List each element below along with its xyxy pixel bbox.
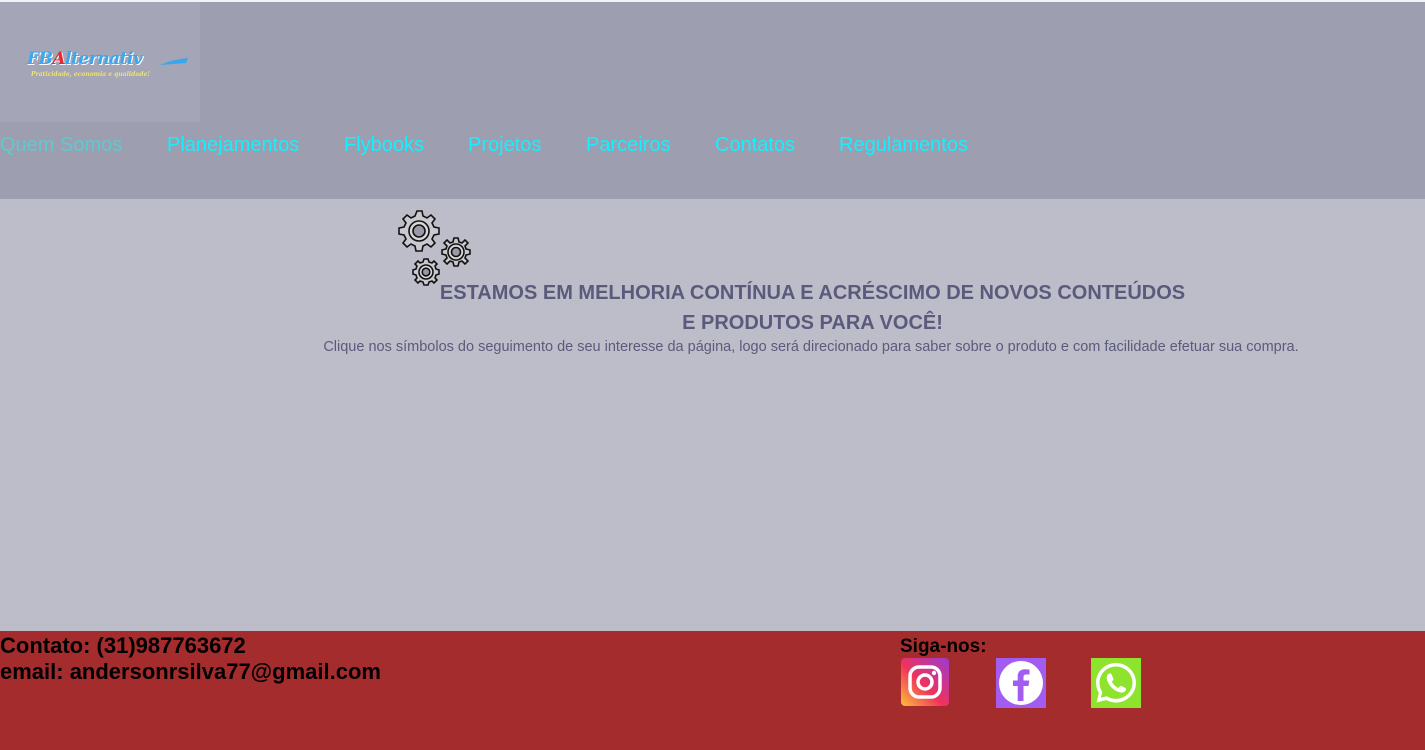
logo-swoosh-icon xyxy=(160,58,188,65)
nav-item-contatos[interactable]: Contatos xyxy=(715,134,795,157)
logo-tagline: Praticidade, economia e qualidade! xyxy=(31,71,150,78)
site-header: FBAlternativ Praticidade, economia e qua… xyxy=(0,2,1425,199)
follow-us-label: Siga-nos: xyxy=(900,636,987,657)
contact-phone: Contato: (31)987763672 xyxy=(0,633,246,658)
instagram-icon[interactable] xyxy=(901,658,949,711)
nav-item-parceiros[interactable]: Parceiros xyxy=(586,134,670,157)
nav-item-quem-somos[interactable]: Quem Somos xyxy=(0,134,122,157)
nav-item-planejamentos[interactable]: Planejamentos xyxy=(167,134,299,157)
site-footer: Contato: (31)987763672 email: andersonrs… xyxy=(0,631,1425,750)
nav-item-flybooks[interactable]: Flybooks xyxy=(344,134,424,157)
site-logo[interactable]: FBAlternativ Praticidade, economia e qua… xyxy=(0,2,200,122)
logo-wordmark: FBAlternativ xyxy=(27,49,143,69)
facebook-icon[interactable] xyxy=(996,658,1046,713)
headline-line-1: ESTAMOS EM MELHORIA CONTÍNUA E ACRÉSCIMO… xyxy=(439,282,1186,304)
instruction-text: Clique nos símbolos do seguimento de seu… xyxy=(323,339,1299,355)
contact-email: email: andersonrsilva77@gmail.com xyxy=(0,659,381,684)
headline-line-2: E PRODUTOS PARA VOCÊ! xyxy=(682,312,943,334)
nav-item-regulamentos[interactable]: Regulamentos xyxy=(839,134,968,157)
nav-item-projetos[interactable]: Projetos xyxy=(468,134,541,157)
main-content xyxy=(0,199,1425,631)
gears-icon xyxy=(398,210,471,286)
whatsapp-icon[interactable] xyxy=(1091,658,1141,713)
